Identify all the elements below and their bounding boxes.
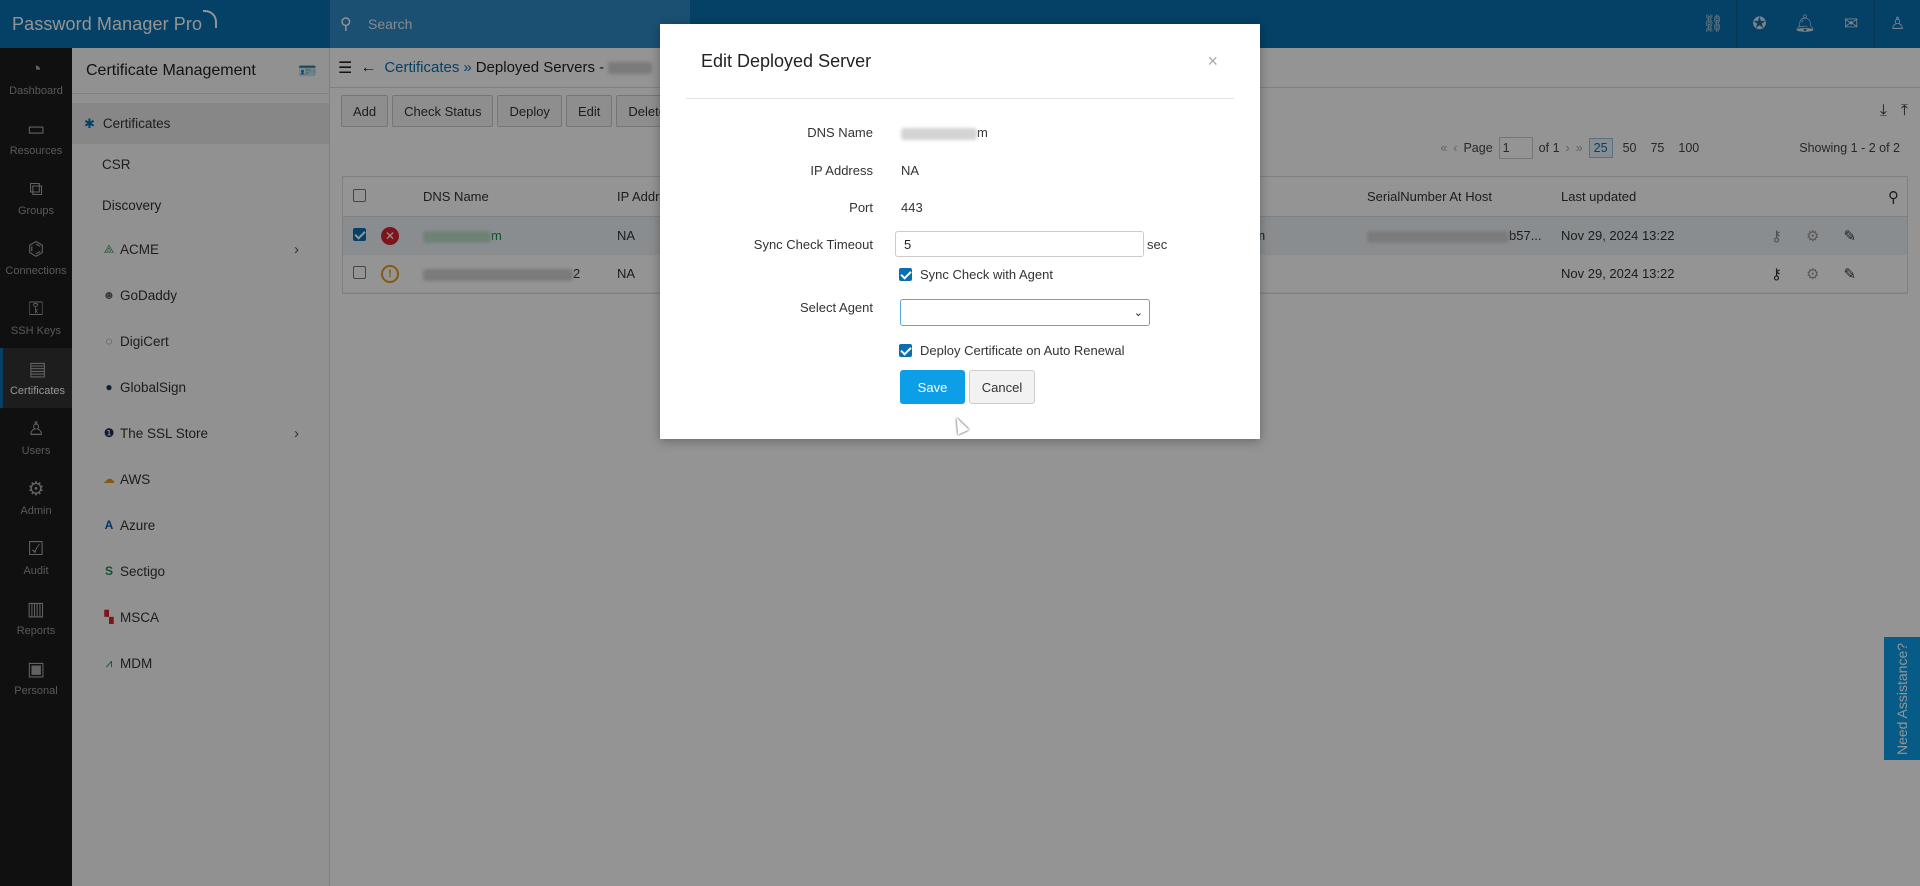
dns-name-row: DNS Name m xyxy=(660,125,988,140)
dns-name-value: m xyxy=(901,125,988,140)
redacted-text xyxy=(901,127,977,140)
auto-renew-row: Deploy Certificate on Auto Renewal xyxy=(899,343,1125,358)
sync-check-timeout-input[interactable]: 5 xyxy=(895,231,1144,257)
edit-deployed-server-dialog: Edit Deployed Server × DNS Name m IP Add… xyxy=(660,24,1260,439)
select-agent-dropdown[interactable]: ⌄ xyxy=(900,299,1150,326)
timeout-row: Sync Check Timeout xyxy=(660,237,873,252)
port-value: 443 xyxy=(901,200,923,215)
timeout-unit: sec xyxy=(1147,237,1168,252)
close-icon[interactable]: × xyxy=(1207,51,1218,72)
deploy-on-auto-renewal-checkbox[interactable] xyxy=(899,344,912,357)
deploy-on-auto-renewal-label[interactable]: Deploy Certificate on Auto Renewal xyxy=(920,343,1125,358)
dns-suffix: m xyxy=(977,125,988,140)
sync-check-with-agent-label[interactable]: Sync Check with Agent xyxy=(920,267,1053,282)
save-button[interactable]: Save xyxy=(900,370,965,404)
sync-check-timeout-label: Sync Check Timeout xyxy=(753,237,873,252)
app-root: Password Manager Pro ⚲ Search ⛓ ✪ 🔔︎ ✉ ♙… xyxy=(0,0,1920,886)
chevron-down-icon[interactable]: ⌄ xyxy=(1134,306,1143,319)
dialog-title: Edit Deployed Server xyxy=(701,50,872,71)
select-agent-label: Select Agent xyxy=(800,300,873,315)
port-label: Port xyxy=(849,200,873,215)
ip-address-row: IP Address NA xyxy=(660,163,919,178)
cancel-button[interactable]: Cancel xyxy=(969,370,1035,404)
dialog-header: Edit Deployed Server × xyxy=(686,24,1234,99)
dns-name-label: DNS Name xyxy=(807,125,873,140)
sync-check-with-agent-checkbox[interactable] xyxy=(899,268,912,281)
ip-address-value: NA xyxy=(901,163,920,178)
port-row: Port 443 xyxy=(660,200,923,215)
select-agent-row: Select Agent xyxy=(660,300,873,315)
sync-agent-row: Sync Check with Agent xyxy=(899,267,1053,282)
ip-address-label: IP Address xyxy=(810,163,873,178)
